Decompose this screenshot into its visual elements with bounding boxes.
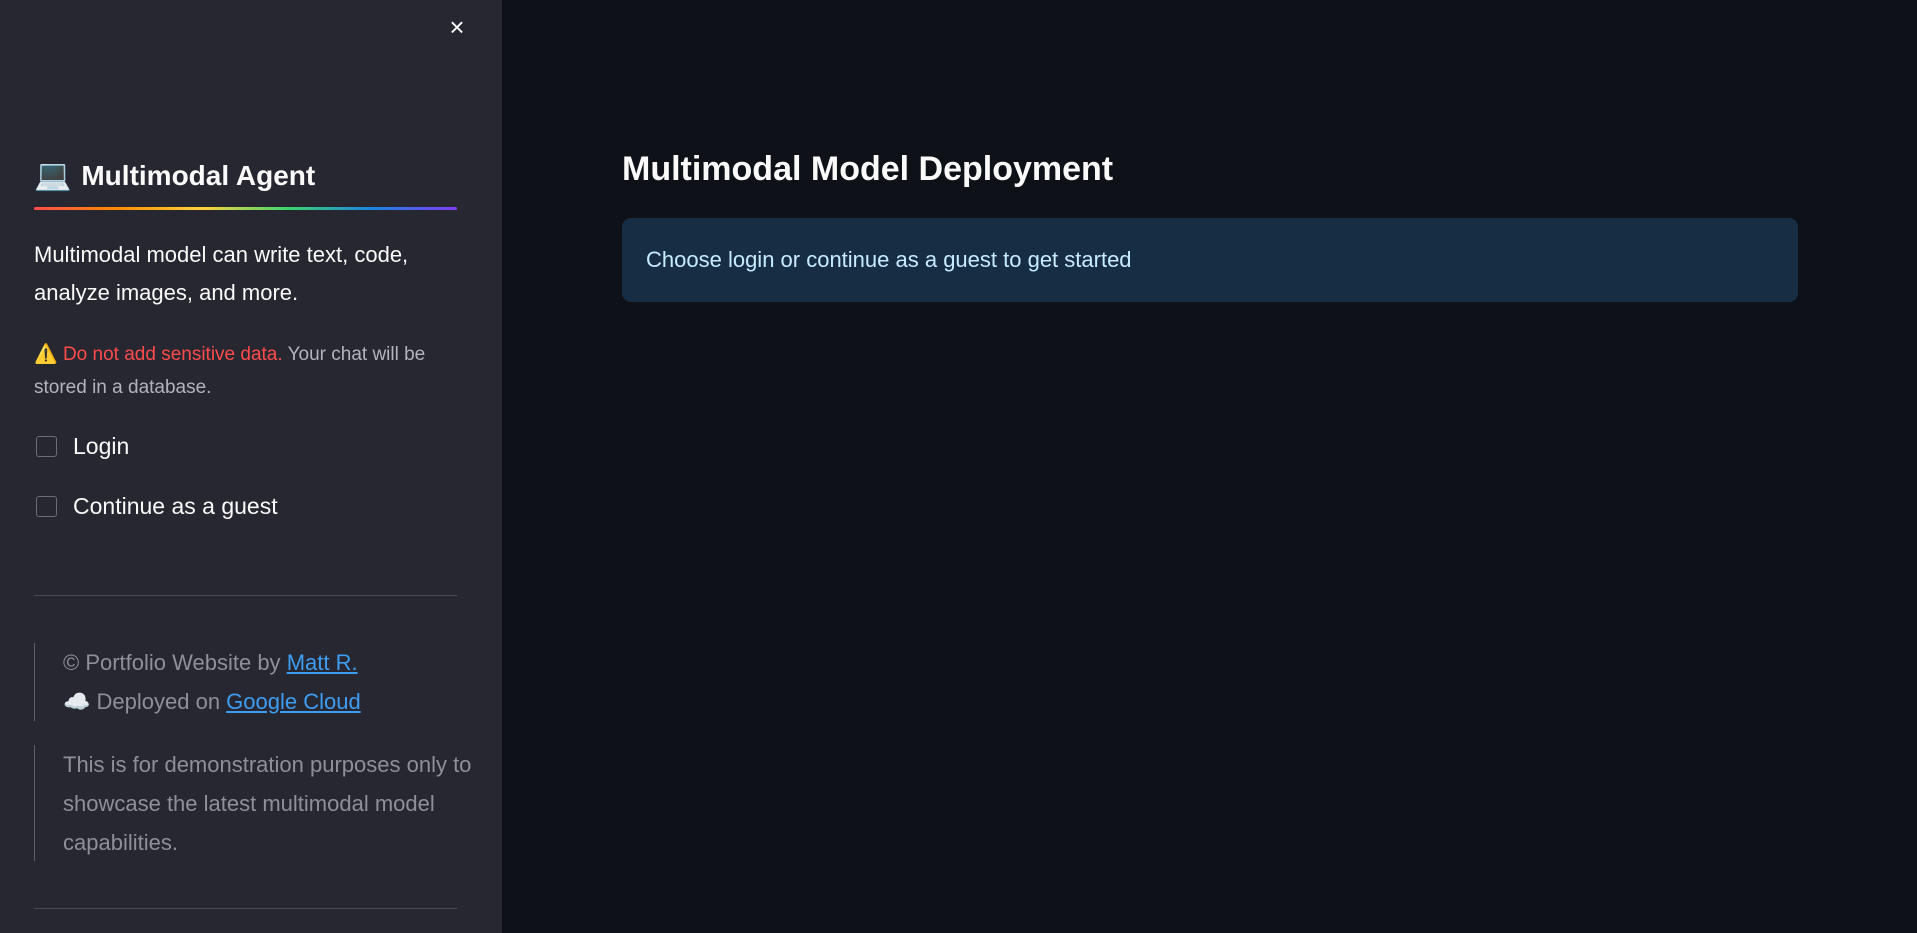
warning-note: ⚠️ Do not add sensitive data. Your chat … xyxy=(34,338,458,404)
cloud-icon: ☁️ xyxy=(63,689,91,714)
disclaimer-text: This is for demonstration purposes only … xyxy=(63,752,472,855)
disclaimer-quote: This is for demonstration purposes only … xyxy=(34,745,474,861)
info-alert-text: Choose login or continue as a guest to g… xyxy=(646,247,1132,272)
warning-highlight: Do not add sensitive data. xyxy=(62,344,283,365)
deployed-line: ☁️ Deployed on Google Cloud xyxy=(63,682,474,721)
login-checkbox-box[interactable] xyxy=(36,436,57,457)
credits-quote: © Portfolio Website by Matt R. ☁️ Deploy… xyxy=(34,643,474,721)
info-alert: Choose login or continue as a guest to g… xyxy=(622,218,1798,302)
laptop-icon: 💻 xyxy=(34,159,72,192)
divider-bottom xyxy=(34,908,457,909)
portfolio-line: © Portfolio Website by Matt R. xyxy=(63,643,474,682)
warning-icon: ⚠️ xyxy=(34,344,58,365)
portfolio-prefix: © Portfolio Website by xyxy=(63,650,287,675)
sidebar-title: 💻 Multimodal Agent xyxy=(34,158,458,193)
divider xyxy=(34,595,457,596)
rainbow-divider xyxy=(34,207,457,210)
deployed-prefix: Deployed on xyxy=(90,689,227,714)
sidebar-title-text: Multimodal Agent xyxy=(81,159,316,191)
guest-checkbox-box[interactable] xyxy=(36,496,57,517)
close-icon: × xyxy=(449,12,465,42)
portfolio-link[interactable]: Matt R. xyxy=(287,650,358,675)
sidebar: × 💻 Multimodal Agent Multimodal model ca… xyxy=(0,0,502,933)
close-sidebar-button[interactable]: × xyxy=(443,13,471,41)
sidebar-description: Multimodal model can write text, code, a… xyxy=(34,242,409,305)
page-title: Multimodal Model Deployment xyxy=(622,150,1114,188)
login-checkbox[interactable]: Login xyxy=(36,433,129,460)
guest-checkbox[interactable]: Continue as a guest xyxy=(36,493,278,520)
google-cloud-link[interactable]: Google Cloud xyxy=(226,689,361,714)
login-checkbox-label: Login xyxy=(73,433,130,459)
guest-checkbox-label: Continue as a guest xyxy=(73,493,278,519)
